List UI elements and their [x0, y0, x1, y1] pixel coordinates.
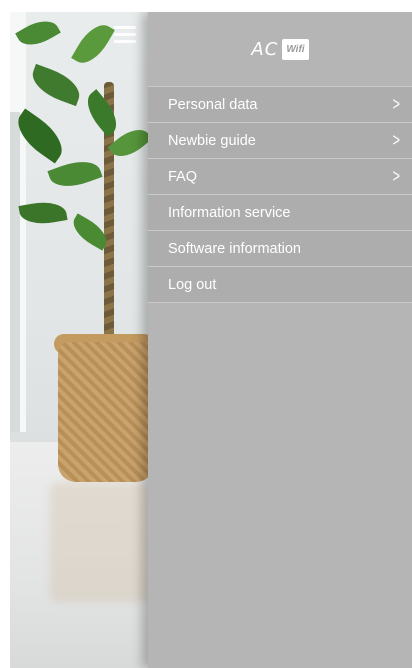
floor-reflection — [50, 482, 148, 602]
menu-item-label: Information service — [168, 204, 291, 221]
drawer-header: AC Wifi — [148, 12, 412, 86]
menu-item-log-out[interactable]: Log out — [148, 267, 412, 303]
app-screen: AC Wifi Personal data > Newbie guide > F… — [10, 12, 412, 668]
plant-leaf — [71, 18, 115, 70]
menu-item-faq[interactable]: FAQ > — [148, 159, 412, 195]
menu-item-label: Newbie guide — [168, 132, 256, 149]
menu-item-label: Log out — [168, 276, 217, 293]
logo-badge: Wifi — [282, 38, 309, 60]
chevron-right-icon: > — [393, 130, 401, 150]
hamburger-menu-icon[interactable] — [114, 26, 136, 44]
plant-pot — [58, 342, 148, 482]
plant-leaf — [79, 89, 125, 137]
chevron-right-icon: > — [393, 94, 401, 114]
chevron-right-icon: > — [393, 166, 401, 186]
menu-list: Personal data > Newbie guide > FAQ > Inf… — [148, 86, 412, 303]
menu-item-software-information[interactable]: Software information — [148, 231, 412, 267]
app-logo: AC Wifi — [251, 38, 309, 60]
plant-leaf — [27, 63, 85, 107]
menu-item-information-service[interactable]: Information service — [148, 195, 412, 231]
window-frame — [10, 112, 20, 432]
side-drawer: AC Wifi Personal data > Newbie guide > F… — [148, 12, 412, 668]
menu-item-label: Software information — [168, 240, 301, 257]
menu-item-personal-data[interactable]: Personal data > — [148, 87, 412, 123]
menu-item-label: Personal data — [168, 96, 258, 113]
menu-item-newbie-guide[interactable]: Newbie guide > — [148, 123, 412, 159]
background-photo — [10, 12, 148, 668]
logo-text: AC — [251, 38, 279, 60]
menu-item-label: FAQ — [168, 168, 198, 185]
